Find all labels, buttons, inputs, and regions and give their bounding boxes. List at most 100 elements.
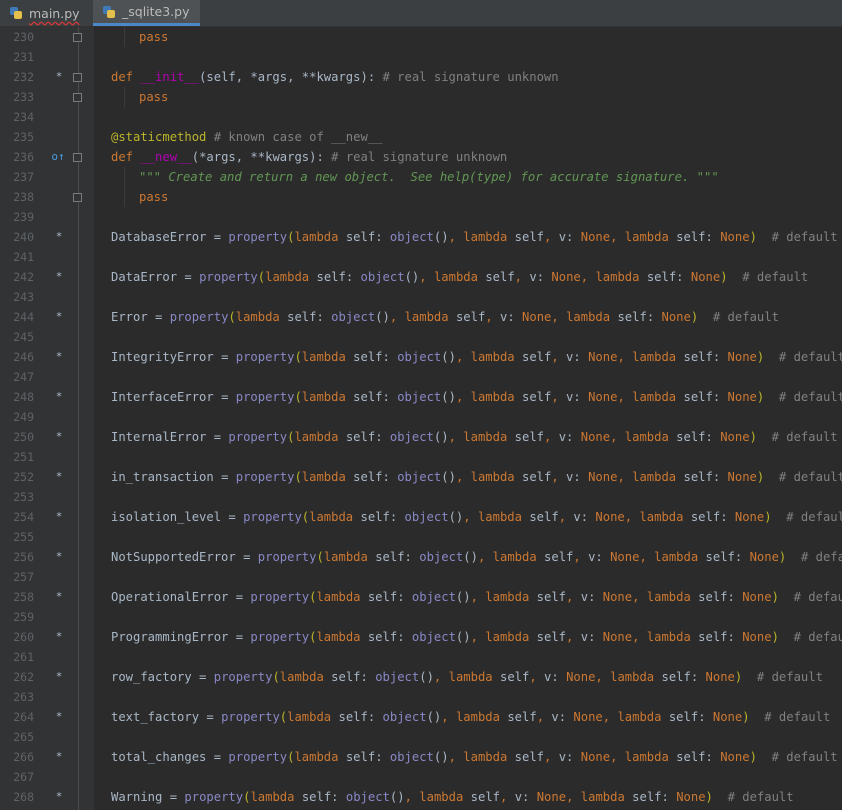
code-text: isolation_level = property(lambda self: … [111, 507, 842, 527]
code-token: ) [720, 270, 728, 284]
override-marker-icon[interactable]: o↑ [50, 147, 66, 167]
code-token: , [529, 670, 545, 684]
code-token: lambda [470, 390, 515, 404]
code-line[interactable]: 244 * Error = property(lambda self: object… [0, 307, 842, 327]
code-line[interactable]: 231 [0, 47, 842, 67]
code-line[interactable]: 232 * def __init__(self, *args, **kwargs):… [0, 67, 842, 87]
code-line[interactable]: 267 [0, 767, 842, 787]
code-token: pass [139, 190, 169, 204]
code-line[interactable]: 239 [0, 207, 842, 227]
code-token: , [448, 430, 464, 444]
code-line[interactable]: 252 * in_transaction = property(lambda sel… [0, 467, 842, 487]
code-line[interactable]: 264 * text_factory = property(lambda self:… [0, 707, 842, 727]
asterisk-marker-icon[interactable]: * [54, 707, 64, 727]
code-token: v [558, 230, 567, 244]
code-token: # default [712, 790, 794, 804]
code-line[interactable]: 249 [0, 407, 842, 427]
fold-toggle-icon[interactable] [73, 73, 82, 82]
code-line[interactable]: 241 [0, 247, 842, 267]
code-line[interactable]: 230 pass [0, 27, 842, 47]
code-line[interactable]: 263 [0, 687, 842, 707]
asterisk-marker-icon[interactable]: * [54, 387, 64, 407]
code-token: None [566, 670, 596, 684]
code-line[interactable]: 238 pass [0, 187, 842, 207]
line-number: 233 [13, 90, 34, 104]
fold-toggle-icon[interactable] [73, 193, 82, 202]
code-token: , [639, 550, 655, 564]
asterisk-marker-icon[interactable]: * [54, 627, 64, 647]
asterisk-marker-icon[interactable]: * [54, 747, 64, 767]
code-line[interactable]: 243 [0, 287, 842, 307]
code-line[interactable]: 258 * OperationalError = property(lambda s… [0, 587, 842, 607]
tab-main-py[interactable]: main.py [0, 0, 93, 26]
code-token: __new__ [140, 150, 192, 164]
asterisk-marker-icon[interactable]: * [54, 67, 64, 87]
code-line[interactable]: 240 * DatabaseError = property(lambda self… [0, 227, 842, 247]
asterisk-marker-icon[interactable]: * [54, 547, 64, 567]
code-line[interactable]: 259 [0, 607, 842, 627]
code-line[interactable]: 242 * DataError = property(lambda self: ob… [0, 267, 842, 287]
code-line[interactable]: 255 [0, 527, 842, 547]
code-line[interactable]: 234 [0, 107, 842, 127]
code-token: () [389, 790, 405, 804]
code-token: NotSupportedError [111, 550, 236, 564]
asterisk-marker-icon[interactable]: * [54, 467, 64, 487]
asterisk-marker-icon[interactable]: * [54, 587, 64, 607]
code-line[interactable]: 257 [0, 567, 842, 587]
asterisk-marker-icon[interactable]: * [54, 307, 64, 327]
code-line[interactable]: 251 [0, 447, 842, 467]
code-token: property [235, 390, 295, 404]
code-token: # default [756, 230, 838, 244]
code-line[interactable]: 256 * NotSupportedError = property(lambda … [0, 547, 842, 567]
code-token: ( [294, 390, 302, 404]
code-token: () [433, 230, 449, 244]
tab-sqlite3-py[interactable]: _sqlite3.py [93, 0, 200, 26]
fold-toggle-icon[interactable] [73, 93, 82, 102]
code-line[interactable]: 268 * Warning = property(lambda self: obje… [0, 787, 842, 807]
code-token: DataError [111, 270, 178, 284]
code-token: v [558, 750, 567, 764]
code-line[interactable]: 250 * InternalError = property(lambda self… [0, 427, 842, 447]
code-line[interactable]: 237 """ Create and return a new object. S… [0, 167, 842, 187]
code-line[interactable]: 233 pass [0, 87, 842, 107]
code-token: self [345, 230, 376, 244]
code-line[interactable]: 261 [0, 647, 842, 667]
fold-toggle-icon[interactable] [73, 33, 82, 42]
code-line[interactable]: 236 o↑ def __new__(*args, **kwargs): # rea… [0, 147, 842, 167]
code-line[interactable]: 245 [0, 327, 842, 347]
code-line[interactable]: 254 * isolation_level = property(lambda se… [0, 507, 842, 527]
code-line[interactable]: 246 * IntegrityError = property(lambda sel… [0, 347, 842, 367]
code-token: None [727, 470, 757, 484]
code-line[interactable]: 262 * row_factory = property(lambda self: … [0, 667, 842, 687]
code-token: : [397, 630, 412, 644]
code-token: property [169, 310, 229, 324]
asterisk-marker-icon[interactable]: * [54, 427, 64, 447]
asterisk-marker-icon[interactable]: * [54, 347, 64, 367]
code-line[interactable]: 266 * total_changes = property(lambda self… [0, 747, 842, 767]
code-token: self [375, 550, 405, 564]
asterisk-marker-icon[interactable]: * [54, 787, 64, 807]
asterisk-marker-icon[interactable]: * [54, 667, 64, 687]
line-number: 239 [13, 210, 34, 224]
code-line[interactable]: 260 * ProgrammingError = property(lambda s… [0, 627, 842, 647]
line-number: 261 [13, 650, 34, 664]
code-line[interactable]: 235 @staticmethod # known case of __new__ [0, 127, 842, 147]
code-token: self [338, 710, 368, 724]
code-editor[interactable]: 230 pass 231 232 * def __init__(self, *args, … [0, 27, 842, 807]
code-token: total_changes [111, 750, 207, 764]
code-line[interactable]: 253 [0, 487, 842, 507]
code-token: self [367, 630, 398, 644]
line-number: 251 [13, 450, 34, 464]
code-token: lambda [470, 350, 515, 364]
asterisk-marker-icon[interactable]: * [54, 227, 64, 247]
code-token: : [573, 470, 589, 484]
fold-toggle-icon[interactable] [73, 153, 82, 162]
asterisk-marker-icon[interactable]: * [54, 267, 64, 287]
asterisk-marker-icon[interactable]: * [54, 507, 64, 527]
code-token: # default [727, 270, 809, 284]
code-line[interactable]: 247 [0, 367, 842, 387]
code-line[interactable]: 248 * InterfaceError = property(lambda sel… [0, 387, 842, 407]
code-token: lambda [463, 750, 508, 764]
code-line[interactable]: 265 [0, 727, 842, 747]
